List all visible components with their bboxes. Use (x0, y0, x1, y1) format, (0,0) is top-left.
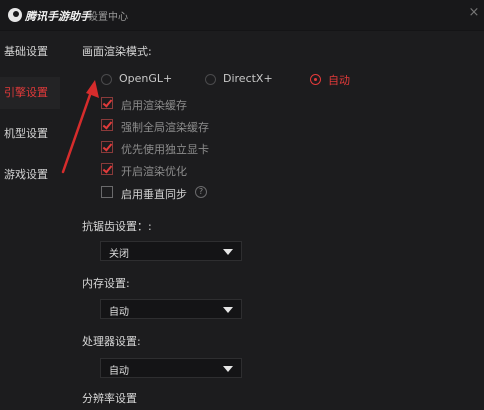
checkbox-render-cache[interactable] (101, 97, 113, 109)
sidebar-item-basic[interactable]: 基础设置 (0, 36, 60, 68)
caret-down-icon (223, 366, 233, 372)
title-bar: 腾讯手游助手 - 设置中心 × (0, 0, 484, 31)
radio-opengl[interactable] (101, 74, 112, 85)
resolution-label: 分辨率设置 (82, 392, 137, 405)
radio-opengl-label: OpenGL+ (119, 72, 173, 85)
settings-panel: 画面渲染模式: OpenGL+ DirectX+ 自动 启用渲染缓存 强制全局渲… (60, 31, 484, 410)
checkbox-render-cache-label: 启用渲染缓存 (121, 99, 187, 112)
antialias-select[interactable]: 关闭 (100, 241, 242, 261)
cpu-select[interactable]: 自动 (100, 358, 242, 378)
cpu-label: 处理器设置: (82, 335, 141, 348)
sidebar: 基础设置 引擎设置 机型设置 游戏设置 (0, 31, 60, 410)
checkbox-vsync-label: 启用垂直同步 (121, 188, 187, 201)
checkbox-render-optimize-label: 开启渲染优化 (121, 165, 187, 178)
memory-select[interactable]: 自动 (100, 299, 242, 319)
checkbox-force-global-cache[interactable] (101, 119, 113, 131)
title-separator: - (78, 8, 82, 21)
radio-auto[interactable] (310, 74, 321, 85)
close-icon[interactable]: × (466, 4, 482, 22)
sidebar-item-game[interactable]: 游戏设置 (0, 159, 60, 191)
cpu-value: 自动 (109, 366, 129, 377)
caret-down-icon (223, 249, 233, 255)
antialias-value: 关闭 (109, 249, 129, 260)
memory-value: 自动 (109, 307, 129, 318)
antialias-label: 抗锯齿设置：: (82, 220, 152, 233)
sidebar-item-engine[interactable]: 引擎设置 (0, 77, 60, 109)
checkbox-vsync[interactable] (101, 186, 113, 198)
checkbox-discrete-gpu-label: 优先使用独立显卡 (121, 143, 209, 156)
checkbox-render-optimize[interactable] (101, 163, 113, 175)
caret-down-icon (223, 307, 233, 313)
memory-label: 内存设置: (82, 277, 130, 290)
app-logo-icon (8, 8, 22, 22)
checkbox-discrete-gpu[interactable] (101, 141, 113, 153)
radio-directx-label: DirectX+ (223, 72, 273, 85)
checkbox-force-global-cache-label: 强制全局渲染缓存 (121, 121, 209, 134)
render-mode-label: 画面渲染模式: (82, 45, 152, 58)
help-icon[interactable]: ? (195, 186, 207, 198)
radio-auto-label: 自动 (328, 74, 350, 87)
sidebar-item-device[interactable]: 机型设置 (0, 118, 60, 150)
radio-directx[interactable] (205, 74, 216, 85)
window-page-title: 设置中心 (88, 12, 128, 23)
